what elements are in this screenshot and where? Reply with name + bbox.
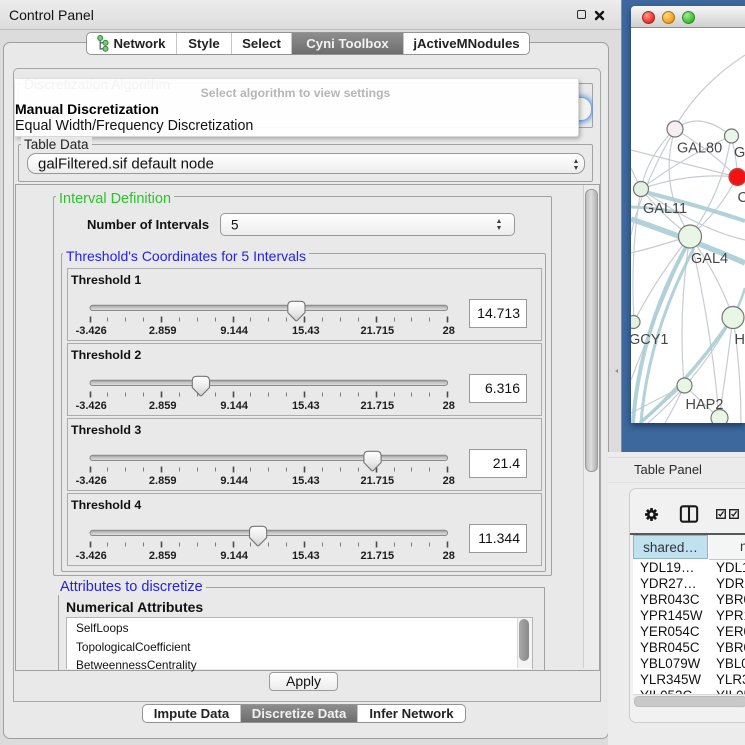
svg-text:28: 28 bbox=[443, 400, 455, 412]
svg-text:-3.426: -3.426 bbox=[76, 475, 107, 487]
svg-text:-3.426: -3.426 bbox=[76, 400, 107, 412]
svg-text:-3.426: -3.426 bbox=[76, 325, 107, 337]
svg-text:2.859: 2.859 bbox=[149, 325, 177, 337]
svg-text:15.43: 15.43 bbox=[292, 475, 320, 487]
svg-text:28: 28 bbox=[443, 550, 455, 562]
svg-text:21.715: 21.715 bbox=[360, 325, 394, 337]
svg-text:CD: CD bbox=[738, 190, 745, 206]
svg-text:HAP2: HAP2 bbox=[686, 397, 724, 413]
svg-text:9.144: 9.144 bbox=[220, 325, 248, 337]
svg-text:GAL4: GAL4 bbox=[691, 251, 728, 267]
svg-text:28: 28 bbox=[443, 475, 455, 487]
svg-text:21.715: 21.715 bbox=[360, 550, 394, 562]
svg-text:GAL11: GAL11 bbox=[643, 201, 687, 217]
svg-text:2.859: 2.859 bbox=[149, 400, 177, 412]
svg-text:15.43: 15.43 bbox=[292, 400, 320, 412]
svg-text:2.859: 2.859 bbox=[149, 550, 177, 562]
svg-text:28: 28 bbox=[443, 325, 455, 337]
svg-text:21.715: 21.715 bbox=[360, 475, 394, 487]
svg-text:15.43: 15.43 bbox=[292, 325, 320, 337]
svg-text:9.144: 9.144 bbox=[220, 550, 248, 562]
svg-text:HI: HI bbox=[735, 332, 745, 348]
svg-text:GAL80: GAL80 bbox=[677, 141, 722, 157]
svg-text:21.715: 21.715 bbox=[360, 400, 394, 412]
svg-text:-3.426: -3.426 bbox=[76, 550, 107, 562]
svg-text:9.144: 9.144 bbox=[220, 475, 248, 487]
svg-text:GCY1: GCY1 bbox=[631, 332, 669, 348]
svg-text:15.43: 15.43 bbox=[292, 550, 320, 562]
svg-text:GA: GA bbox=[734, 145, 745, 161]
svg-text:9.144: 9.144 bbox=[220, 400, 248, 412]
svg-text:2.859: 2.859 bbox=[149, 475, 177, 487]
